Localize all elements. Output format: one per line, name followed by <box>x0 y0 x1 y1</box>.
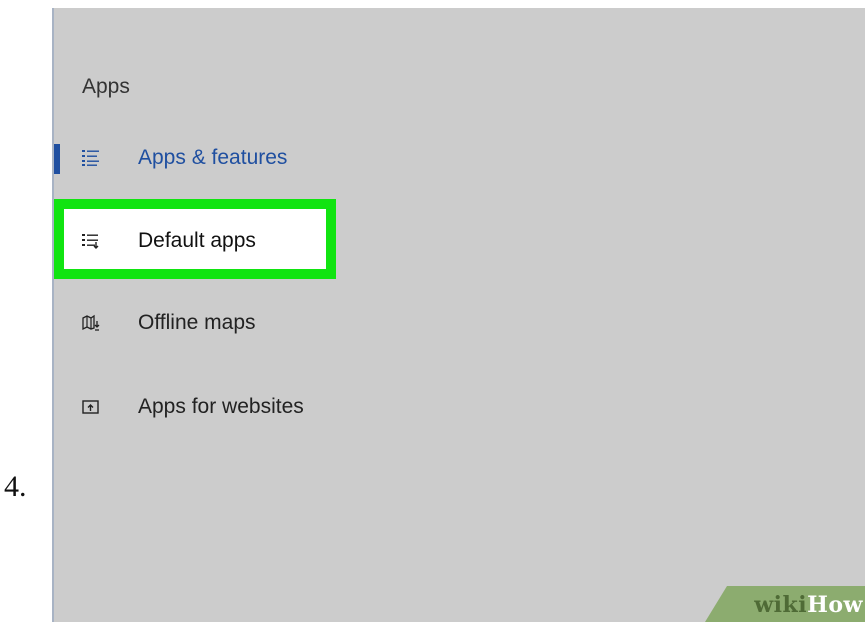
sidebar-item-label: Offline maps <box>138 311 256 334</box>
sidebar-item-label: Apps & features <box>138 146 288 169</box>
step-number: 4. <box>4 470 27 503</box>
watermark-wiki: wiki <box>754 592 808 618</box>
sidebar-item-default-apps[interactable]: Default apps <box>54 216 384 266</box>
sidebar-item-label: Default apps <box>138 229 256 252</box>
settings-panel: Apps Apps & features Default apps Offlin… <box>52 8 865 622</box>
watermark-how: How <box>807 592 863 618</box>
list-arrow-icon <box>82 232 100 250</box>
sidebar-item-apps-for-websites[interactable]: Apps for websites <box>54 382 384 432</box>
section-title: Apps <box>82 75 130 98</box>
sidebar-item-apps-features[interactable]: Apps & features <box>54 133 384 183</box>
sidebar-item-offline-maps[interactable]: Offline maps <box>54 298 384 348</box>
selected-indicator <box>54 144 60 174</box>
list-icon <box>82 149 100 167</box>
wikihow-watermark: wikiHow <box>705 586 865 622</box>
map-download-icon <box>82 314 100 332</box>
window-upload-icon <box>82 398 100 416</box>
watermark-text: wikiHow <box>754 592 863 618</box>
sidebar-item-label: Apps for websites <box>138 395 304 418</box>
